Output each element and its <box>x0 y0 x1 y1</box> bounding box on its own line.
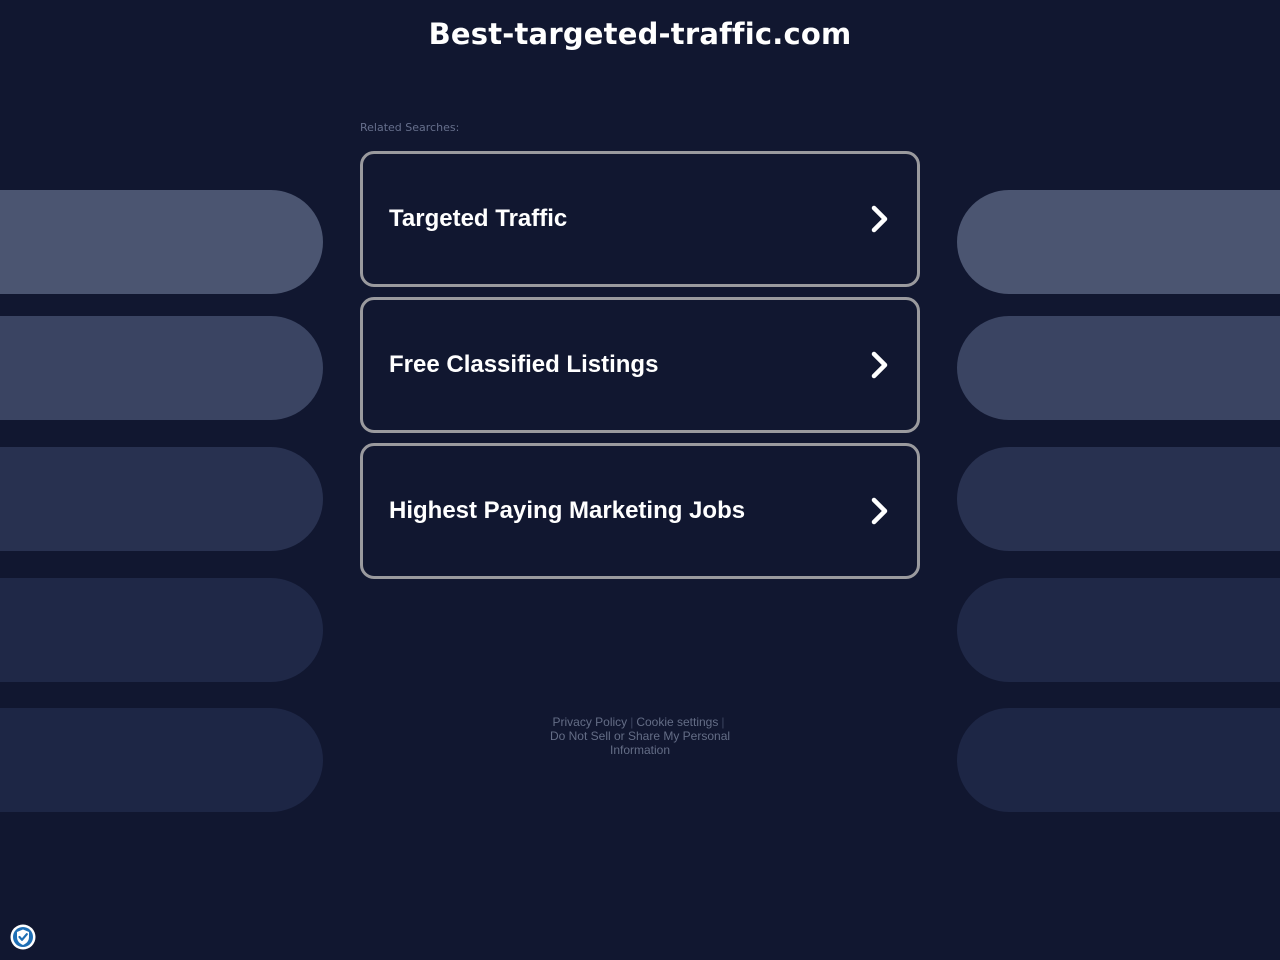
footer-links: Privacy Policy | Cookie settings | Do Not S… <box>540 715 740 757</box>
chevron-right-icon <box>871 351 888 379</box>
decor-pill-right-1 <box>957 190 1280 294</box>
footer-separator: | <box>630 715 634 729</box>
decor-pill-left-2 <box>0 316 323 420</box>
privacy-shield-check-icon[interactable] <box>10 924 36 950</box>
related-search-label: Free Classified Listings <box>389 351 659 378</box>
decor-pill-right-2 <box>957 316 1280 420</box>
footer-separator: | <box>721 715 725 729</box>
site-title: Best-targeted-traffic.com <box>428 17 852 51</box>
decor-pill-left-1 <box>0 190 323 294</box>
related-searches-label: Related Searches: <box>360 121 460 134</box>
privacy-policy-link[interactable]: Privacy Policy <box>553 715 628 729</box>
decor-pill-right-4 <box>957 578 1280 682</box>
cookie-settings-link[interactable]: Cookie settings <box>636 715 718 729</box>
related-search-label: Highest Paying Marketing Jobs <box>389 497 746 524</box>
chevron-right-icon <box>871 497 888 525</box>
decor-pill-left-4 <box>0 578 323 682</box>
decor-pill-right-5 <box>957 708 1280 812</box>
do-not-sell-link[interactable]: Do Not Sell or Share My Personal Informa… <box>550 729 730 757</box>
chevron-right-icon <box>871 205 888 233</box>
related-searches-list: Targeted Traffic Free Classified Listing… <box>360 151 920 589</box>
decor-pill-left-5 <box>0 708 323 812</box>
related-search-targeted-traffic[interactable]: Targeted Traffic <box>360 151 920 287</box>
related-search-label: Targeted Traffic <box>389 205 568 232</box>
decor-pill-right-3 <box>957 447 1280 551</box>
related-search-free-classified-listings[interactable]: Free Classified Listings <box>360 297 920 433</box>
decor-pill-left-3 <box>0 447 323 551</box>
related-search-highest-paying-marketing-jobs[interactable]: Highest Paying Marketing Jobs <box>360 443 920 579</box>
